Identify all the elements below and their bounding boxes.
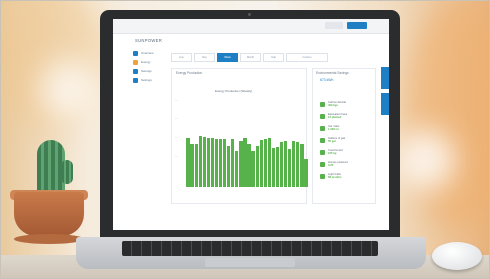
upgrade-button[interactable] (347, 22, 367, 29)
car-icon (320, 125, 325, 131)
chart-bar[interactable] (202, 136, 206, 187)
sidebar-item-label: Savings (141, 69, 152, 73)
chart-bar[interactable] (292, 140, 296, 187)
account-button[interactable] (325, 22, 343, 29)
help-tab[interactable] (381, 93, 389, 115)
coin-icon (133, 68, 138, 74)
stat-row: Equivalent trees 12 planted (320, 111, 372, 121)
chart-bar[interactable] (186, 138, 190, 187)
chart-bar[interactable] (255, 146, 259, 187)
feedback-tab[interactable] (381, 67, 389, 89)
stat-row: Light bulbs 68 months (320, 171, 372, 181)
sidebar-item-label: Settings (141, 78, 152, 82)
bulb-icon (320, 173, 325, 179)
tab-day[interactable]: Day (194, 53, 215, 62)
sidebar-item-label: Overview (141, 51, 154, 55)
chart-bar[interactable] (267, 138, 271, 187)
production-bar-chart (186, 117, 308, 187)
webcam-icon (248, 13, 251, 16)
chart-bar[interactable] (243, 138, 247, 187)
chart-bar[interactable] (296, 142, 300, 187)
chart-bar[interactable] (304, 159, 308, 187)
chart-bar[interactable] (271, 147, 276, 187)
keyboard (122, 241, 378, 256)
pot-saucer (14, 234, 84, 244)
chart-bar[interactable] (247, 143, 251, 187)
chart-bar[interactable] (263, 138, 267, 187)
stat-value: 12 planted (328, 116, 342, 119)
chart-bar[interactable] (300, 143, 304, 187)
stat-value: 68 months (328, 176, 342, 179)
summary-value: 673 kWh (320, 78, 334, 82)
leaf-icon (320, 101, 325, 107)
stat-value: 55 gal (328, 140, 336, 143)
trackpad (205, 258, 295, 267)
computer-mouse (432, 242, 482, 270)
browser-topbar (113, 19, 389, 34)
chart-bar[interactable] (259, 140, 263, 187)
y-tick: — (175, 136, 178, 139)
gear-icon (133, 77, 138, 83)
chart-bar[interactable] (279, 142, 284, 187)
coal-icon (320, 149, 325, 155)
production-panel-title: Energy Production (176, 71, 203, 75)
fuel-icon (320, 137, 325, 143)
chart-bar[interactable] (190, 143, 194, 187)
stat-value: 0.25 (328, 164, 334, 167)
y-tick: — (175, 155, 178, 158)
tab-week[interactable]: Week (217, 53, 238, 62)
tab-month[interactable]: Month (240, 53, 261, 62)
chart-bar[interactable] (235, 150, 239, 187)
chart-bar[interactable] (206, 138, 210, 187)
stat-row: Car miles 1,028 mi (320, 123, 372, 133)
stat-value: 1,028 mi (328, 128, 339, 131)
sidebar-item-label: Energy (141, 60, 151, 64)
stat-row: Homes powered 0.25 (320, 159, 372, 169)
chart-bar[interactable] (210, 138, 215, 187)
chart-bar[interactable] (239, 140, 243, 187)
chart-bar[interactable] (218, 139, 223, 187)
chart-bar[interactable] (251, 150, 255, 187)
photo-scene: SUNPOWER Overview Energy Savings Setting… (0, 0, 490, 279)
chart-bar[interactable] (223, 139, 227, 187)
chart-bar[interactable] (284, 140, 288, 187)
chart-bar[interactable] (214, 139, 219, 187)
stat-row: Carbon dioxide 490 kgs (320, 99, 372, 109)
period-tabs: Live Day Week Month Year Custom (171, 53, 330, 62)
stat-row: Coal burned 245 kg (320, 147, 372, 157)
savings-panel-title: Environmental Savings (316, 71, 349, 75)
sidebar-item-overview[interactable]: Overview (133, 50, 154, 56)
clay-pot (14, 192, 84, 236)
laptop-screen: SUNPOWER Overview Energy Savings Setting… (113, 19, 389, 230)
sunpower-logo: SUNPOWER (135, 38, 163, 43)
y-tick: — (175, 99, 178, 102)
tree-icon (320, 113, 325, 119)
y-tick: — (175, 117, 178, 120)
chart-bar[interactable] (198, 135, 202, 187)
chart-bar[interactable] (288, 149, 292, 187)
chart-bar[interactable] (275, 147, 280, 187)
home-icon (133, 50, 138, 56)
house-icon (320, 161, 325, 167)
sidebar-item-settings[interactable]: Settings (133, 77, 152, 83)
sidebar-item-energy[interactable]: Energy (133, 59, 151, 65)
stat-value: 490 kgs (328, 104, 338, 107)
chart-bar[interactable] (194, 144, 198, 187)
chart-title: Energy Production (Weekly) (215, 89, 253, 93)
bolt-icon (133, 59, 138, 65)
tab-live[interactable]: Live (171, 53, 192, 62)
chart-bar[interactable] (231, 139, 235, 187)
sidebar-item-savings[interactable]: Savings (133, 68, 152, 74)
stat-value: 245 kg (328, 152, 337, 155)
tab-custom[interactable]: Custom (286, 53, 328, 62)
cactus-arm (61, 160, 73, 184)
tab-year[interactable]: Year (263, 53, 284, 62)
chart-bar[interactable] (227, 146, 231, 187)
stat-row: Gallons of gas 55 gal (320, 135, 372, 145)
